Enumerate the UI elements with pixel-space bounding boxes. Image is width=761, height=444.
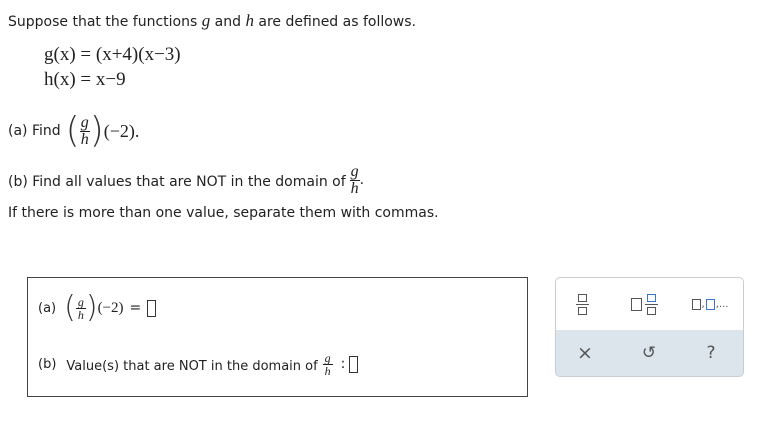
fraction-button[interactable] (564, 288, 600, 320)
colon: : (340, 356, 346, 372)
g-definition: g(x) = (x+4)(x−3) (44, 44, 181, 65)
answer-b-row: (b) Value(s) that are NOT in the domain … (38, 346, 359, 382)
toolbar-actions: × ↺ ? (556, 330, 743, 376)
answer-a-argument: (−2) (97, 299, 124, 316)
fraction-denominator: h (324, 363, 331, 378)
answer-a-fraction: g h (75, 294, 86, 322)
fraction-icon (575, 293, 589, 315)
undo-button[interactable]: ↺ (632, 336, 666, 370)
fraction-numerator: g (350, 162, 359, 180)
answer-b-label: (b) (38, 356, 57, 372)
and-text: and (214, 14, 241, 30)
fraction-numerator: g (80, 113, 89, 131)
left-paren: ( (65, 110, 80, 151)
h-definition: h(x) = x−9 (44, 69, 126, 90)
g-over-h-fraction: g h (79, 113, 90, 148)
part-a-argument: (−2). (103, 120, 140, 141)
undo-icon: ↺ (641, 343, 657, 363)
close-icon: × (577, 342, 593, 364)
clear-button[interactable]: × (568, 336, 602, 370)
g-over-h-fraction-b: g h (349, 162, 360, 197)
answer-b-input[interactable] (349, 355, 359, 373)
answer-box: (a) ( g h ) (−2) = (b) Value(s) that are… (27, 277, 528, 397)
fraction-denominator: h (77, 307, 84, 322)
help-icon: ? (706, 343, 716, 363)
fraction-denominator: h (80, 130, 89, 148)
list-button[interactable]: , ,... (682, 288, 738, 320)
answer-a-row: (a) ( g h ) (−2) = (38, 288, 157, 328)
left-paren: ( (64, 290, 76, 325)
part-b-question: (b) Find all values that are NOT in the … (8, 160, 364, 200)
part-a-label: (a) Find (8, 123, 61, 139)
h-symbol: h (245, 11, 254, 30)
answer-a-label: (a) (38, 300, 57, 316)
fraction-denominator: h (350, 179, 359, 197)
g-symbol: g (201, 11, 211, 30)
right-paren: ) (85, 290, 98, 325)
right-paren: ) (89, 110, 104, 151)
mixed-number-button[interactable] (622, 288, 666, 320)
part-b-period: . (359, 172, 365, 188)
intro-text: Suppose that the functions (8, 14, 198, 30)
fraction-numerator: g (77, 294, 84, 309)
answer-a-input[interactable] (147, 299, 157, 317)
help-button[interactable]: ? (694, 336, 728, 370)
instruction-text: If there is more than one value, separat… (8, 205, 439, 221)
mixed-number-icon (630, 293, 658, 315)
math-toolbar: , ,... × ↺ ? (555, 277, 744, 377)
ellipsis-list-icon: , ,... (691, 298, 728, 310)
part-b-text: (b) Find all values that are NOT in the … (8, 174, 346, 190)
answer-b-fraction: g h (322, 350, 333, 378)
problem-intro: Suppose that the functions g and h are d… (8, 11, 416, 31)
part-a-question: (a) Find ( g h ) (−2). (8, 108, 139, 154)
fraction-numerator: g (324, 350, 331, 365)
equals-sign: = (129, 300, 142, 316)
answer-b-text: Value(s) that are NOT in the domain of (66, 358, 318, 374)
intro-end-text: are defined as follows. (258, 14, 416, 30)
